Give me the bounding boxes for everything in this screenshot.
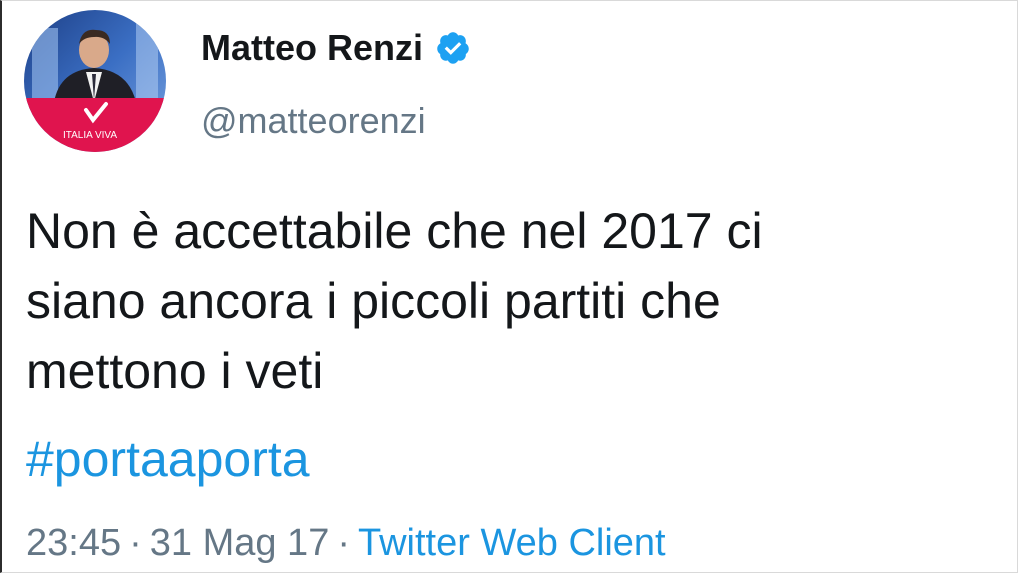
tweet-meta: 23:45 · 31 Mag 17 · Twitter Web Client xyxy=(26,518,666,568)
tweet-time[interactable]: 23:45 xyxy=(26,522,121,564)
avatar-image: ITALIA VIVA xyxy=(24,10,166,152)
tweet-date[interactable]: 31 Mag 17 xyxy=(150,522,330,564)
meta-separator: · xyxy=(337,522,350,564)
hashtag-link[interactable]: #portaaporta xyxy=(26,424,310,494)
name-row: Matteo Renzi xyxy=(201,24,471,72)
user-handle[interactable]: @matteorenzi xyxy=(201,100,471,142)
meta-separator: · xyxy=(129,522,142,564)
user-header: Matteo Renzi @matteorenzi xyxy=(201,24,471,142)
verified-badge-icon xyxy=(435,30,471,66)
display-name[interactable]: Matteo Renzi xyxy=(201,27,423,69)
avatar[interactable]: ITALIA VIVA xyxy=(24,10,166,152)
tweet-text: Non è accettabile che nel 2017 ci siano … xyxy=(26,203,763,399)
tweet-source-link[interactable]: Twitter Web Client xyxy=(358,522,666,564)
avatar-logo-text: ITALIA VIVA xyxy=(63,130,117,141)
tweet-card: ITALIA VIVA Matteo Renzi @matteorenzi No… xyxy=(0,0,1018,573)
